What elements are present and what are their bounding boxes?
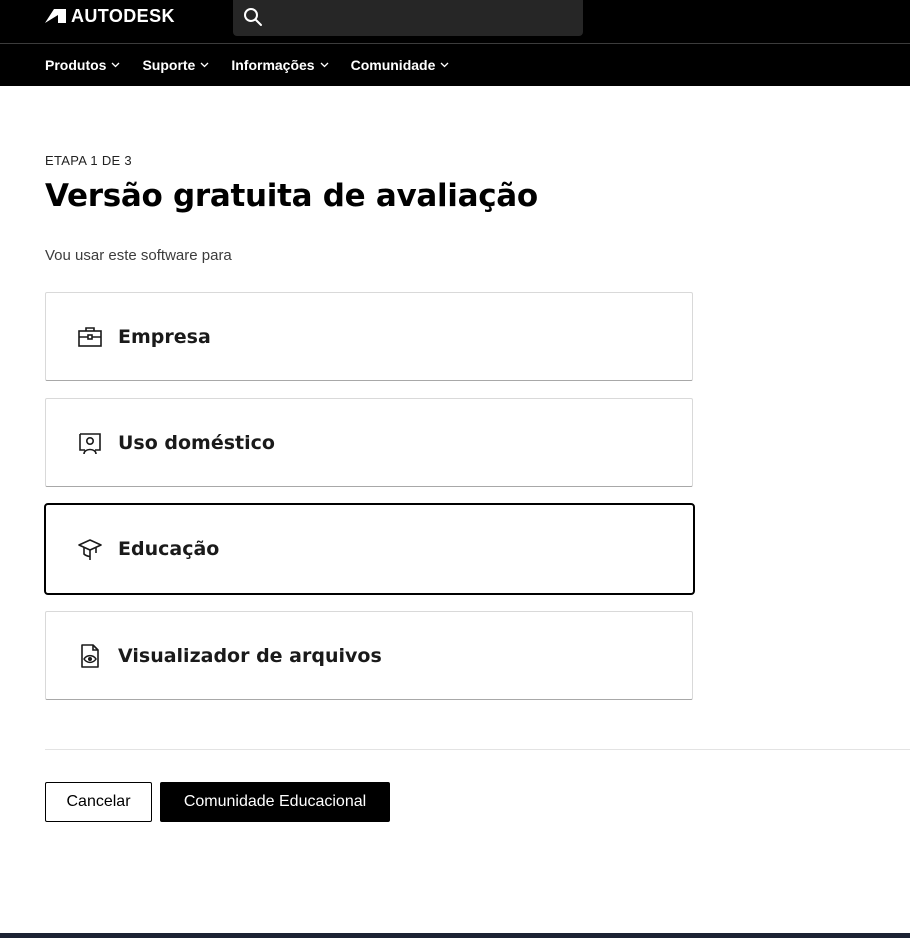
- main-nav: Produtos Suporte Informações Comunidade: [0, 43, 910, 86]
- chevron-down-icon: [200, 62, 209, 68]
- chevron-down-icon: [111, 62, 120, 68]
- nav-item-label: Informações: [231, 57, 315, 73]
- page-subtitle: Vou usar este software para: [45, 247, 232, 264]
- nav-item-comunidade[interactable]: Comunidade: [351, 57, 450, 73]
- step-indicator: ETAPA 1 DE 3: [45, 153, 132, 168]
- chevron-down-icon: [320, 62, 329, 68]
- option-label: Educação: [118, 538, 220, 560]
- option-uso-domestico[interactable]: Uso doméstico: [45, 398, 693, 487]
- nav-item-label: Comunidade: [350, 57, 436, 73]
- home-user-icon: [79, 432, 101, 454]
- option-visualizador-de-arquivos[interactable]: Visualizador de arquivos: [45, 611, 693, 700]
- nav-item-label: Suporte: [142, 57, 196, 73]
- file-viewer-icon: [81, 643, 99, 668]
- nav-item-label: Produtos: [45, 57, 107, 73]
- search-box[interactable]: [233, 0, 583, 36]
- option-empresa[interactable]: Empresa: [45, 292, 693, 381]
- option-educacao[interactable]: Educação: [44, 503, 695, 595]
- search-input[interactable]: [271, 6, 571, 30]
- footer-strip: [0, 933, 910, 938]
- autodesk-logo[interactable]: AUTODESK: [45, 6, 175, 26]
- nav-item-suporte[interactable]: Suporte: [142, 57, 209, 73]
- option-label: Visualizador de arquivos: [118, 644, 382, 667]
- search-icon[interactable]: [243, 7, 263, 27]
- top-bar: AUTODESK: [0, 0, 910, 43]
- page-title: Versão gratuita de avaliação: [45, 178, 538, 214]
- option-label: Empresa: [118, 325, 211, 348]
- brand-name: AUTODESK: [71, 5, 175, 26]
- nav-item-informacoes[interactable]: Informações: [231, 57, 329, 73]
- option-label: Uso doméstico: [118, 431, 275, 454]
- graduation-cap-icon: [78, 539, 102, 560]
- divider: [45, 749, 910, 750]
- chevron-down-icon: [440, 62, 449, 68]
- cancel-button[interactable]: Cancelar: [45, 782, 152, 822]
- briefcase-icon: [78, 326, 102, 347]
- continue-button[interactable]: Comunidade Educacional: [160, 782, 390, 822]
- nav-item-produtos[interactable]: Produtos: [45, 57, 120, 73]
- autodesk-logo-mark-icon: [45, 9, 66, 23]
